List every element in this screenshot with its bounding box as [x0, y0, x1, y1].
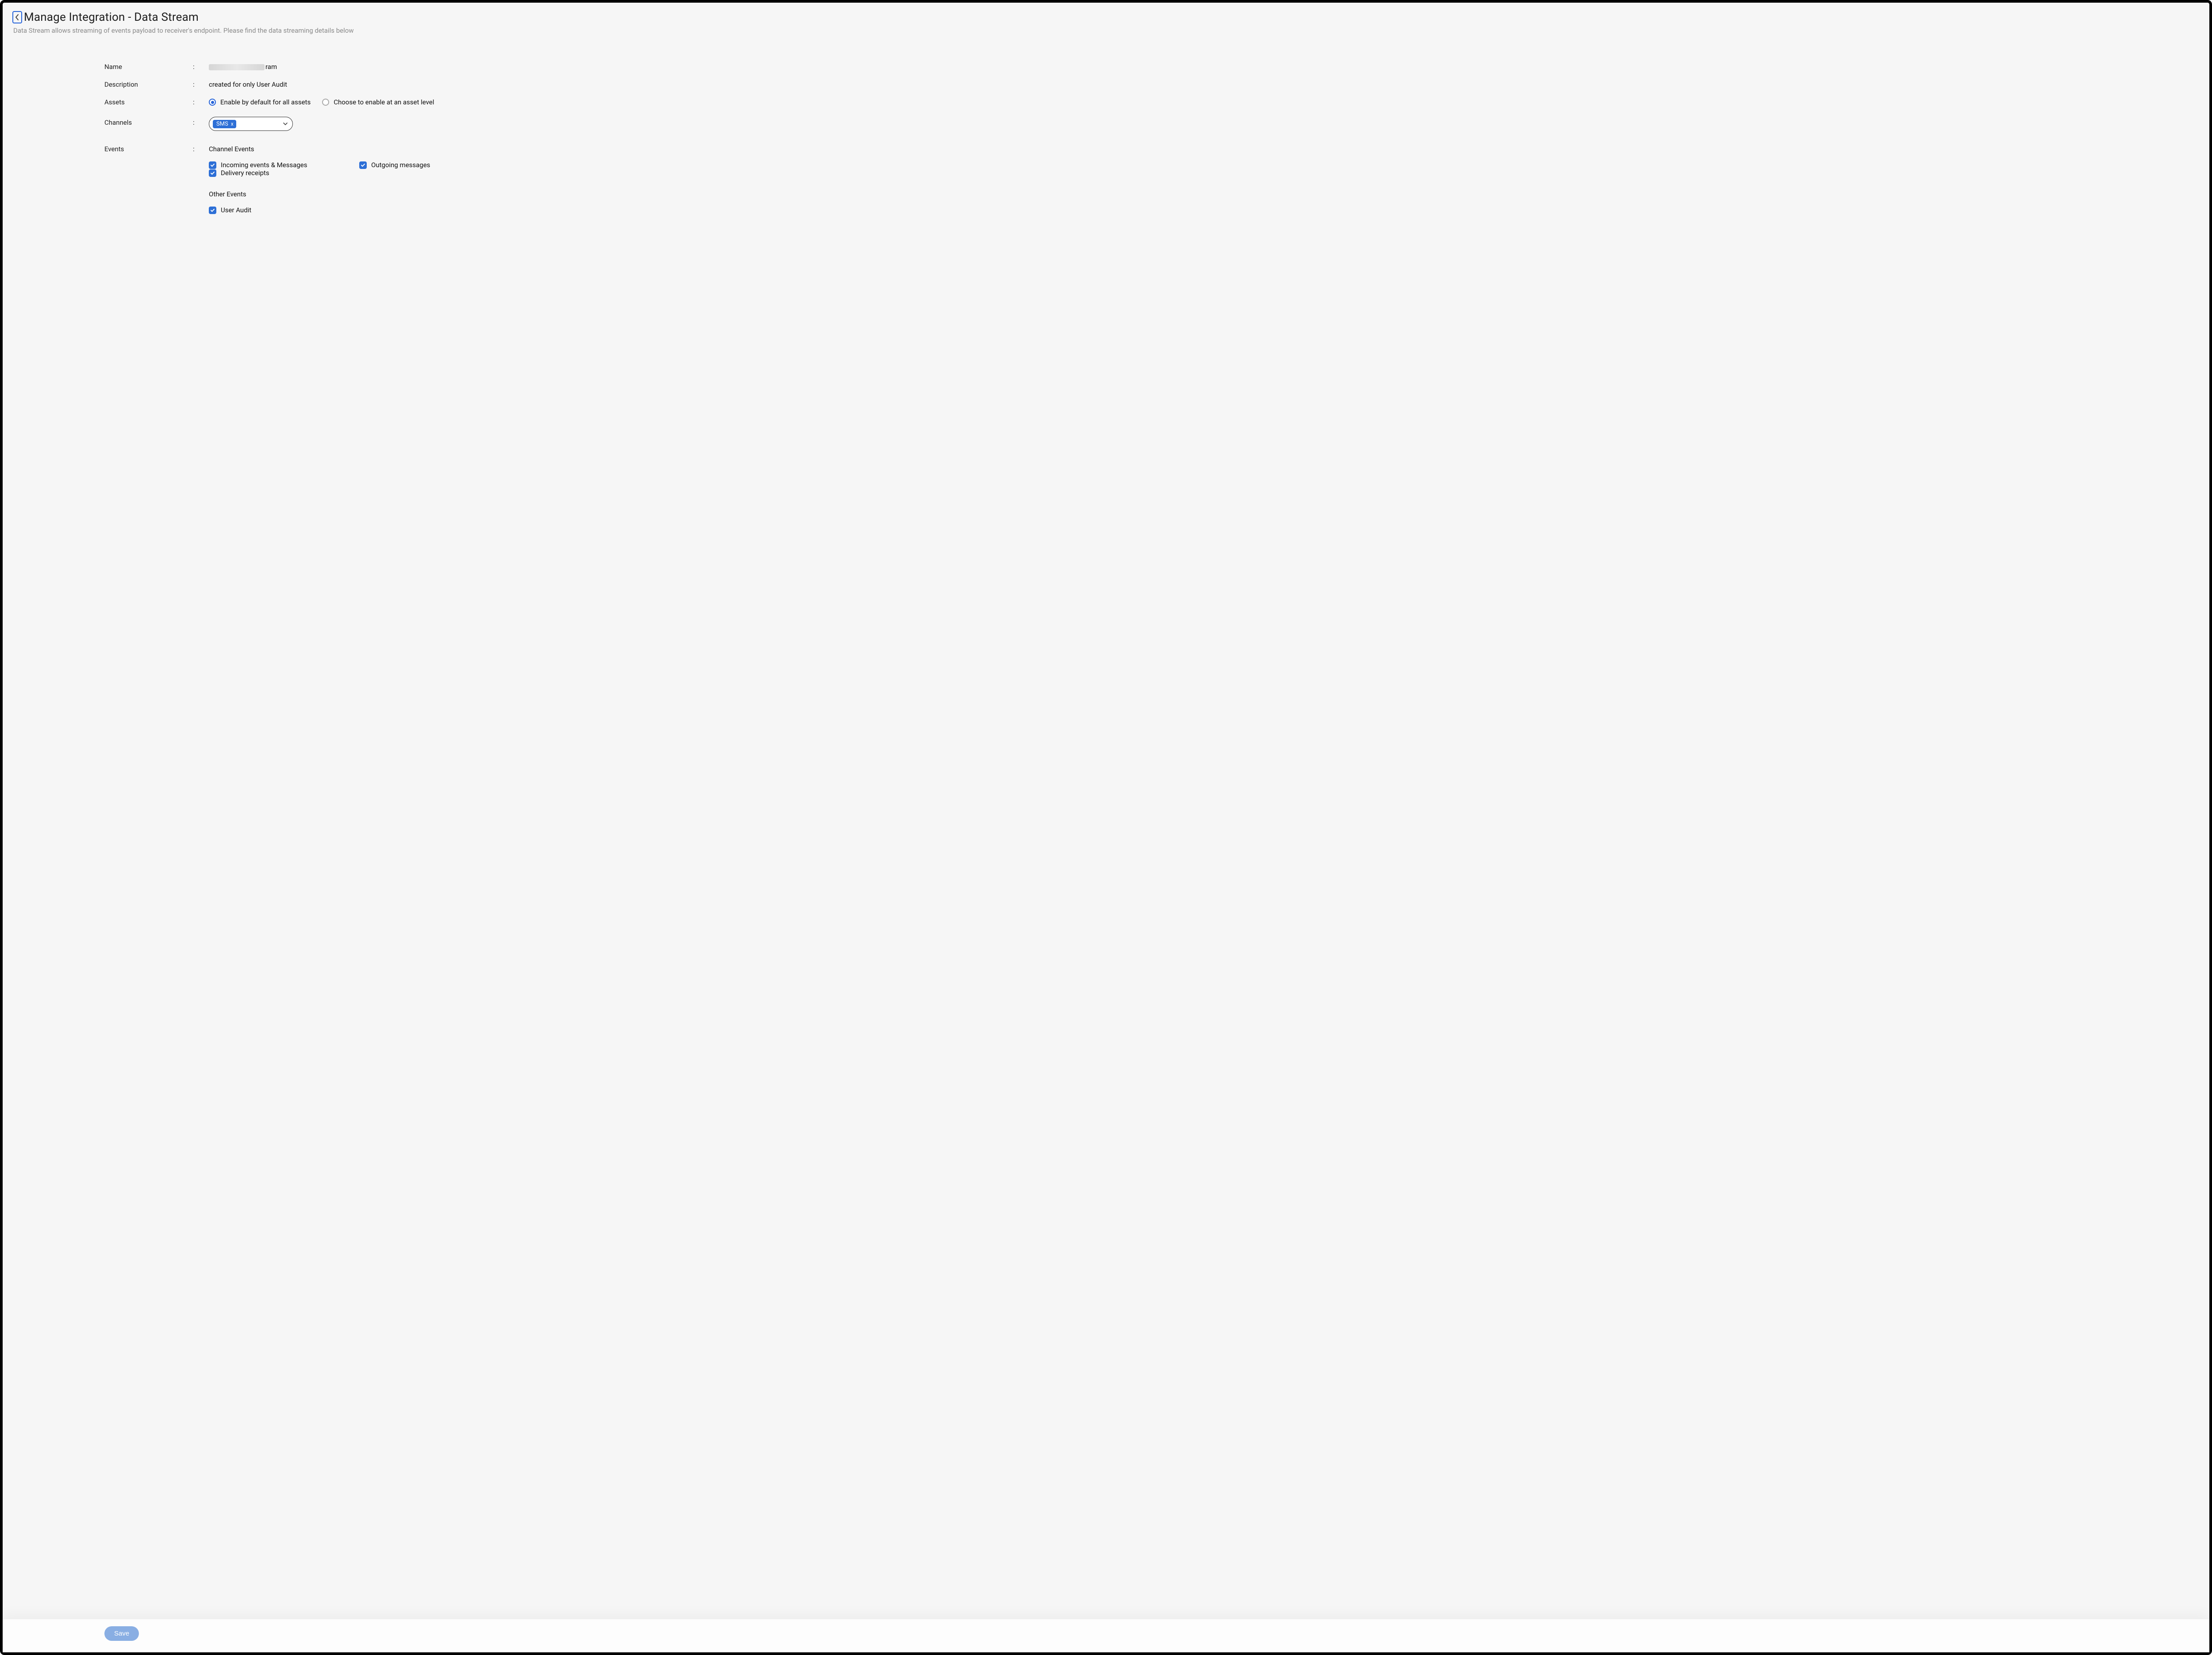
colon: :	[193, 61, 209, 71]
integration-form: Name : ram Description : created for onl…	[104, 61, 573, 226]
radio-icon	[322, 99, 329, 106]
chevron-left-icon	[15, 14, 19, 21]
page-title: Manage Integration - Data Stream	[24, 11, 199, 24]
name-label: Name	[104, 61, 193, 71]
checkbox-icon	[209, 207, 216, 214]
page-header: Manage Integration - Data Stream Data St…	[3, 3, 2209, 34]
back-button[interactable]	[12, 11, 22, 23]
checkbox-icon	[209, 161, 216, 169]
other-events-heading: Other Events	[209, 190, 573, 198]
name-suffix: ram	[265, 63, 277, 71]
checkbox-label: Outgoing messages	[371, 161, 430, 169]
assets-radio-all-label: Enable by default for all assets	[220, 98, 311, 106]
colon: :	[193, 79, 209, 88]
colon: :	[193, 143, 209, 153]
save-button[interactable]: Save	[104, 1626, 139, 1641]
description-row: Description : created for only User Audi…	[104, 79, 573, 88]
channel-events-heading: Channel Events	[209, 145, 573, 153]
channel-chip-label: SMS	[216, 121, 228, 127]
colon: :	[193, 96, 209, 106]
colon: :	[193, 117, 209, 126]
checkbox-icon	[359, 161, 367, 169]
checkbox-delivery-receipts[interactable]: Delivery receipts	[209, 169, 297, 177]
name-row: Name : ram	[104, 61, 573, 71]
assets-radio-per-asset[interactable]: Choose to enable at an asset level	[322, 98, 434, 106]
checkbox-outgoing-messages[interactable]: Outgoing messages	[359, 161, 510, 169]
assets-radio-all[interactable]: Enable by default for all assets	[209, 98, 311, 106]
chip-remove-icon[interactable]: x	[231, 121, 234, 126]
channels-select[interactable]: SMS x	[209, 117, 293, 131]
channels-label: Channels	[104, 117, 193, 126]
redacted-name	[209, 64, 265, 70]
footer: Save	[3, 1619, 2209, 1652]
chevron-down-icon	[283, 121, 288, 126]
name-value: ram	[209, 61, 573, 71]
assets-label: Assets	[104, 96, 193, 106]
channels-row: Channels : SMS x	[104, 117, 573, 131]
assets-radio-per-asset-label: Choose to enable at an asset level	[334, 98, 434, 106]
checkbox-incoming-events[interactable]: Incoming events & Messages	[209, 161, 359, 169]
events-row: Events : Channel Events Incoming events …	[104, 143, 573, 226]
checkbox-label: Delivery receipts	[221, 169, 269, 177]
description-value: created for only User Audit	[209, 79, 573, 88]
checkbox-label: Incoming events & Messages	[221, 161, 307, 169]
checkbox-label: User Audit	[221, 206, 251, 214]
events-label: Events	[104, 143, 193, 153]
assets-row: Assets : Enable by default for all asset…	[104, 96, 573, 106]
channel-chip-sms[interactable]: SMS x	[213, 120, 236, 128]
radio-icon	[209, 99, 216, 106]
description-label: Description	[104, 79, 193, 88]
checkbox-icon	[209, 169, 216, 177]
checkbox-user-audit[interactable]: User Audit	[209, 206, 251, 214]
page-subtitle: Data Stream allows streaming of events p…	[13, 27, 2197, 34]
